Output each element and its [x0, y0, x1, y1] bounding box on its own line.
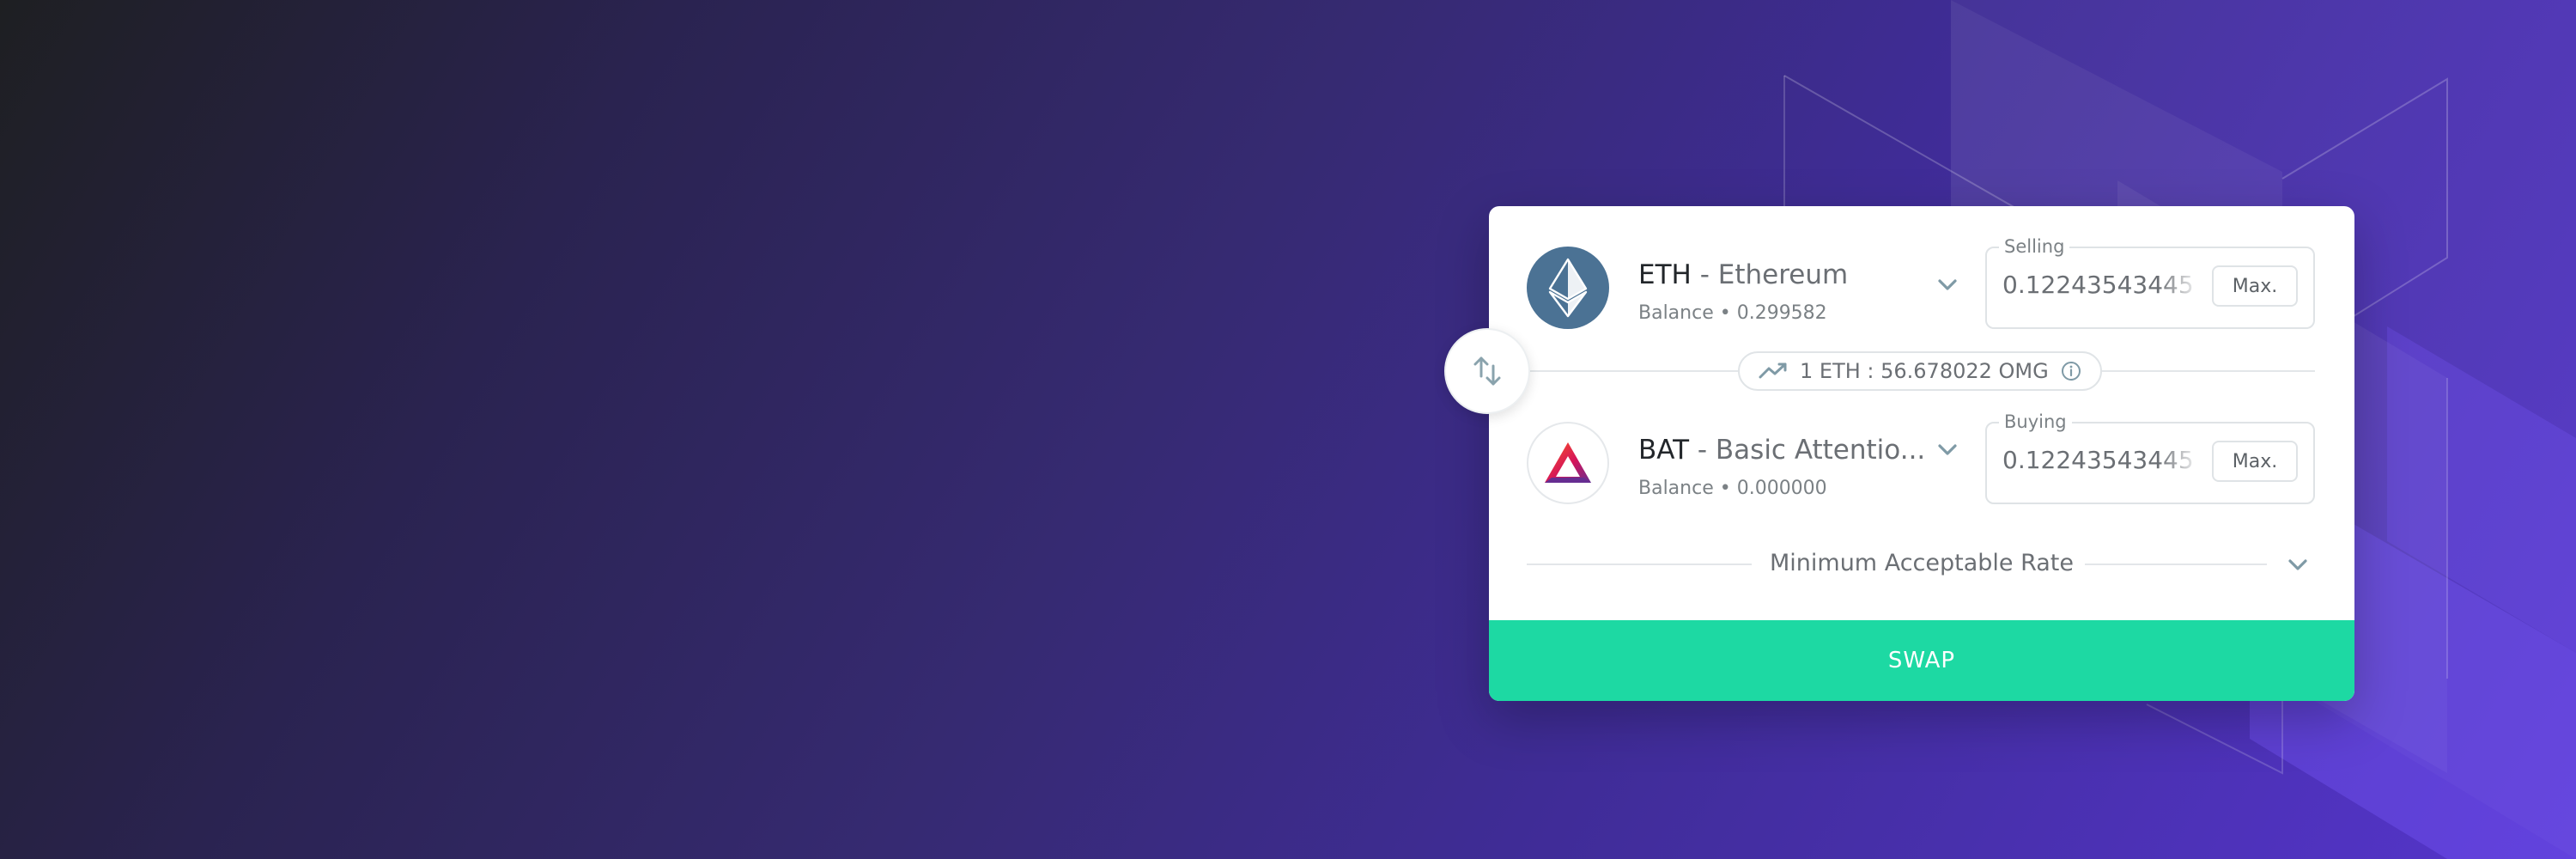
bat-icon [1527, 422, 1609, 504]
buying-amount-input[interactable] [2002, 446, 2195, 474]
swap-button[interactable]: SWAP [1489, 620, 2354, 701]
minimum-acceptable-rate-toggle[interactable]: Minimum Acceptable Rate [1489, 543, 2354, 586]
buy-token-fullname: - Basic Attentio... [1689, 435, 1926, 466]
sell-token-name[interactable]: ETH - Ethereum [1638, 259, 1848, 290]
buying-max-button[interactable]: Max. [2212, 441, 2298, 482]
exchange-rate-text: 1 ETH : 56.678022 OMG [1800, 359, 2049, 383]
chevron-down-icon[interactable] [2284, 551, 2312, 579]
min-rate-divider-right [2085, 564, 2267, 565]
selling-amount-input[interactable] [2002, 271, 2195, 299]
swap-arrows-icon [1473, 356, 1501, 386]
info-icon[interactable] [2061, 361, 2081, 381]
sell-token-chevron-down-icon[interactable] [1934, 271, 1961, 299]
switch-tokens-button[interactable] [1444, 328, 1530, 414]
buy-token-row: BAT - Basic Attentio... Balance • 0.0000… [1489, 411, 2354, 510]
selling-label: Selling [1999, 236, 2070, 257]
selling-max-button[interactable]: Max. [2212, 265, 2298, 307]
sell-token-symbol: ETH [1638, 259, 1692, 290]
selling-amount-field: Selling Max. [1985, 236, 2315, 329]
buy-token-symbol: BAT [1638, 435, 1690, 466]
sell-token-balance: Balance • 0.299582 [1638, 302, 1827, 324]
ethereum-icon [1527, 247, 1609, 329]
sell-token-row: ETH - Ethereum Balance • 0.299582 Sellin… [1489, 236, 2354, 335]
sell-token-fullname: - Ethereum [1691, 259, 1849, 290]
trend-icon [1759, 362, 1787, 379]
exchange-rate-pill: 1 ETH : 56.678022 OMG [1738, 351, 2102, 391]
buy-token-balance: Balance • 0.000000 [1638, 478, 1827, 499]
buying-amount-field: Buying Max. [1985, 411, 2315, 504]
swap-card: ETH - Ethereum Balance • 0.299582 Sellin… [1444, 206, 2354, 701]
buying-label: Buying [1999, 411, 2072, 432]
buy-token-chevron-down-icon[interactable] [1934, 436, 1961, 464]
buy-token-name[interactable]: BAT - Basic Attentio... [1638, 435, 1925, 466]
